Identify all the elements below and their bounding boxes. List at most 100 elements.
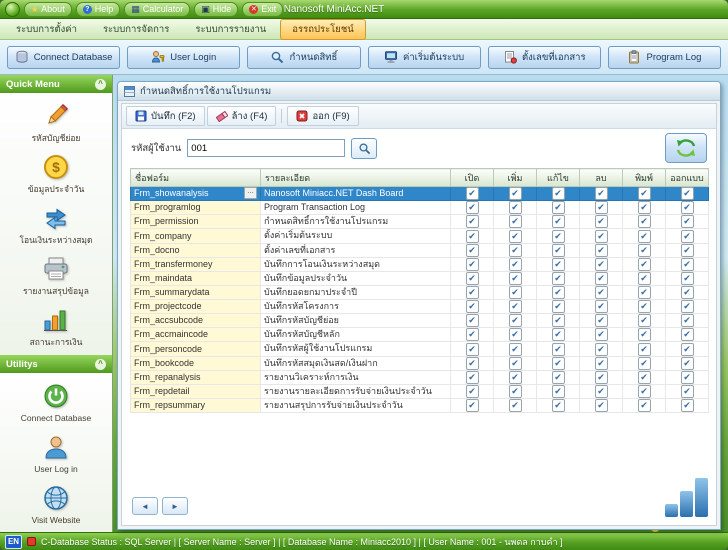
- language-badge[interactable]: EN: [5, 535, 22, 549]
- search-button[interactable]: [351, 138, 377, 159]
- pager-next-button[interactable]: ►: [162, 497, 188, 515]
- checkbox-ออกแบบ[interactable]: ✔: [681, 328, 694, 341]
- checkbox-พิมพ์[interactable]: ✔: [638, 258, 651, 271]
- table-row[interactable]: Frm_showanalysis…Nanosoft Miniacc.NET Da…: [131, 187, 709, 201]
- utility-item-connect-database[interactable]: Connect Database: [21, 381, 91, 423]
- checkbox-ออกแบบ[interactable]: ✔: [681, 314, 694, 327]
- checkbox-เพิ่ม[interactable]: ✔: [509, 272, 522, 285]
- checkbox-ลบ[interactable]: ✔: [595, 314, 608, 327]
- table-row[interactable]: Frm_docnoตั้งค่าเลขที่เอกสาร✔✔✔✔✔✔: [131, 243, 709, 257]
- checkbox-ลบ[interactable]: ✔: [595, 230, 608, 243]
- chevron-up-icon[interactable]: ^: [95, 79, 106, 90]
- checkbox-ลบ[interactable]: ✔: [595, 371, 608, 384]
- checkbox-แก้ไข[interactable]: ✔: [552, 286, 565, 299]
- menu-tab-ระบบการรายงาน[interactable]: ระบบการรายงาน: [183, 19, 278, 40]
- checkbox-ลบ[interactable]: ✔: [595, 343, 608, 356]
- checkbox-แก้ไข[interactable]: ✔: [552, 272, 565, 285]
- user-code-input[interactable]: [187, 139, 345, 157]
- checkbox-ออกแบบ[interactable]: ✔: [681, 385, 694, 398]
- checkbox-ออกแบบ[interactable]: ✔: [681, 201, 694, 214]
- table-row[interactable]: Frm_programlogProgram Transaction Log✔✔✔…: [131, 201, 709, 215]
- checkbox-แก้ไข[interactable]: ✔: [552, 385, 565, 398]
- chevron-up-icon[interactable]: ^: [95, 359, 106, 370]
- checkbox-พิมพ์[interactable]: ✔: [638, 286, 651, 299]
- ellipsis-button[interactable]: …: [244, 187, 257, 199]
- titlebar-button-hide[interactable]: ▣Hide: [194, 2, 238, 17]
- table-row[interactable]: Frm_accmaincodeบันทึกรหัสบัญชีหลัก✔✔✔✔✔✔: [131, 328, 709, 342]
- checkbox-เพิ่ม[interactable]: ✔: [509, 286, 522, 299]
- toolbar-button-user-login[interactable]: User Login: [127, 46, 240, 69]
- table-row[interactable]: Frm_maindataบันทึกข้อมูลประจำวัน✔✔✔✔✔✔: [131, 271, 709, 285]
- quick-menu-item-รายงานสรุปข้อมูล[interactable]: รายงานสรุปข้อมูล: [23, 254, 89, 296]
- checkbox-แก้ไข[interactable]: ✔: [552, 201, 565, 214]
- titlebar-button-calculator[interactable]: ▦Calculator: [124, 2, 190, 17]
- checkbox-ลบ[interactable]: ✔: [595, 300, 608, 313]
- table-row[interactable]: Frm_repanalysisรายงานวิเคราะห์การเงิน✔✔✔…: [131, 370, 709, 384]
- checkbox-แก้ไข[interactable]: ✔: [552, 328, 565, 341]
- checkbox-ออกแบบ[interactable]: ✔: [681, 244, 694, 257]
- menu-tab-อรรถประโยชน์[interactable]: อรรถประโยชน์: [280, 19, 366, 40]
- checkbox-เปิด[interactable]: ✔: [466, 215, 479, 228]
- table-row[interactable]: Frm_transfermoneyบันทึกการโอนเงินระหว่าง…: [131, 257, 709, 271]
- checkbox-ออกแบบ[interactable]: ✔: [681, 286, 694, 299]
- checkbox-เพิ่ม[interactable]: ✔: [509, 215, 522, 228]
- checkbox-เพิ่ม[interactable]: ✔: [509, 230, 522, 243]
- checkbox-เปิด[interactable]: ✔: [466, 328, 479, 341]
- checkbox-เปิด[interactable]: ✔: [466, 343, 479, 356]
- checkbox-พิมพ์[interactable]: ✔: [638, 371, 651, 384]
- checkbox-เปิด[interactable]: ✔: [466, 314, 479, 327]
- quick-menu-item-ข้อมูลประจำวัน[interactable]: $ข้อมูลประจำวัน: [28, 152, 85, 194]
- checkbox-เพิ่ม[interactable]: ✔: [509, 343, 522, 356]
- checkbox-ลบ[interactable]: ✔: [595, 244, 608, 257]
- checkbox-เปิด[interactable]: ✔: [466, 399, 479, 412]
- checkbox-ออกแบบ[interactable]: ✔: [681, 300, 694, 313]
- menu-tab-ระบบการจัดการ[interactable]: ระบบการจัดการ: [91, 19, 181, 40]
- reload-permissions-button[interactable]: [665, 133, 707, 163]
- checkbox-แก้ไข[interactable]: ✔: [552, 230, 565, 243]
- checkbox-เพิ่ม[interactable]: ✔: [509, 300, 522, 313]
- toolbar-button-program-log[interactable]: Program Log: [608, 46, 721, 69]
- table-row[interactable]: Frm_personcodeบันทึกรหัสผู้ใช้งานโปรแกรม…: [131, 342, 709, 356]
- checkbox-พิมพ์[interactable]: ✔: [638, 343, 651, 356]
- checkbox-ลบ[interactable]: ✔: [595, 258, 608, 271]
- panel-button-ล้าง-f4[interactable]: ล้าง (F4): [207, 106, 277, 126]
- checkbox-เปิด[interactable]: ✔: [466, 230, 479, 243]
- checkbox-เปิด[interactable]: ✔: [466, 201, 479, 214]
- quick-menu-item-สถานะการเงิน[interactable]: สถานะการเงิน: [30, 305, 83, 347]
- checkbox-เพิ่ม[interactable]: ✔: [509, 328, 522, 341]
- titlebar-button-exit[interactable]: ✕Exit: [242, 2, 283, 17]
- checkbox-ออกแบบ[interactable]: ✔: [681, 230, 694, 243]
- table-row[interactable]: Frm_companyตั้งค่าเริ่มต้นระบบ✔✔✔✔✔✔: [131, 229, 709, 243]
- toolbar-button-connect-database[interactable]: Connect Database: [7, 46, 120, 69]
- checkbox-เพิ่ม[interactable]: ✔: [509, 201, 522, 214]
- checkbox-เปิด[interactable]: ✔: [466, 357, 479, 370]
- checkbox-ลบ[interactable]: ✔: [595, 187, 608, 200]
- pager-prev-button[interactable]: ◄: [132, 497, 158, 515]
- checkbox-แก้ไข[interactable]: ✔: [552, 244, 565, 257]
- checkbox-เพิ่ม[interactable]: ✔: [509, 371, 522, 384]
- checkbox-เพิ่ม[interactable]: ✔: [509, 314, 522, 327]
- table-row[interactable]: Frm_bookcodeบันทึกรหัสสมุดเงินสด/เงินฝาก…: [131, 356, 709, 370]
- checkbox-พิมพ์[interactable]: ✔: [638, 328, 651, 341]
- checkbox-ลบ[interactable]: ✔: [595, 286, 608, 299]
- checkbox-เพิ่ม[interactable]: ✔: [509, 385, 522, 398]
- checkbox-ออกแบบ[interactable]: ✔: [681, 343, 694, 356]
- checkbox-แก้ไข[interactable]: ✔: [552, 314, 565, 327]
- checkbox-ออกแบบ[interactable]: ✔: [681, 399, 694, 412]
- utility-item-user-log-in[interactable]: User Log in: [34, 432, 77, 474]
- checkbox-แก้ไข[interactable]: ✔: [552, 357, 565, 370]
- checkbox-พิมพ์[interactable]: ✔: [638, 300, 651, 313]
- toolbar-button-ตั้งเลขที่เอกสาร[interactable]: ตั้งเลขที่เอกสาร: [488, 46, 601, 69]
- checkbox-ลบ[interactable]: ✔: [595, 201, 608, 214]
- table-row[interactable]: Frm_permissionกำหนดสิทธิ์การใช้งานโปรแกร…: [131, 215, 709, 229]
- utility-item-visit-website[interactable]: Visit Website: [32, 483, 81, 525]
- checkbox-เพิ่ม[interactable]: ✔: [509, 399, 522, 412]
- checkbox-เพิ่ม[interactable]: ✔: [509, 258, 522, 271]
- checkbox-พิมพ์[interactable]: ✔: [638, 230, 651, 243]
- checkbox-เปิด[interactable]: ✔: [466, 300, 479, 313]
- checkbox-พิมพ์[interactable]: ✔: [638, 215, 651, 228]
- panel-button-ออก-f9[interactable]: ออก (F9): [287, 106, 358, 126]
- table-row[interactable]: Frm_repdetailรายงานรายละเอียดการรับจ่ายเ…: [131, 384, 709, 398]
- quick-menu-item-โอนเงินระหว่างสมุด[interactable]: โอนเงินระหว่างสมุด: [19, 203, 92, 245]
- checkbox-แก้ไข[interactable]: ✔: [552, 215, 565, 228]
